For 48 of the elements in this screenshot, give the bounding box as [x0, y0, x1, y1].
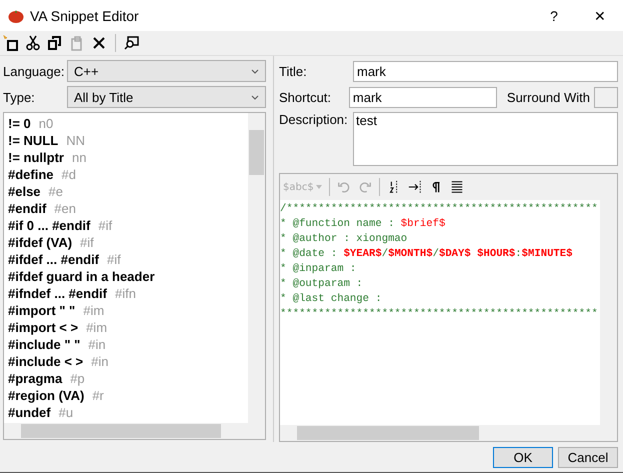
snippet-item[interactable]: #region (VA) #r [8, 387, 248, 404]
help-button[interactable]: ? [531, 0, 577, 31]
snippet-item[interactable]: != NULL NN [8, 132, 248, 149]
snippet-item[interactable]: #include " " #in [8, 336, 248, 353]
snippet-item[interactable]: #ifdef ... #endif #if [8, 251, 248, 268]
snippet-item[interactable]: #ifdef (VA) #if [8, 234, 248, 251]
snippet-item[interactable]: #define #d [8, 166, 248, 183]
surround-with-label: Surround With [506, 90, 590, 104]
snippet-item[interactable]: #import " " #im [8, 302, 248, 319]
snippet-item[interactable]: #ifndef ... #endif #ifn [8, 285, 248, 302]
description-label: Description: [279, 112, 349, 127]
word-wrap-icon[interactable] [450, 180, 464, 194]
shortcut-field[interactable]: mark [348, 86, 497, 108]
snippet-item[interactable]: #import < > #im [8, 319, 248, 336]
cut-icon[interactable] [25, 35, 41, 51]
search-icon[interactable] [124, 35, 140, 51]
vertical-scrollbar[interactable] [248, 113, 265, 423]
snippet-item[interactable]: #else #e [8, 183, 248, 200]
surround-with-field[interactable] [594, 86, 618, 108]
dialog-button[interactable]: OK [493, 446, 553, 468]
horizontal-scrollbar[interactable] [4, 423, 265, 439]
snippet-item[interactable]: #pragma #p [8, 370, 248, 387]
language-label: Language: [3, 64, 63, 78]
chevron-icon [251, 94, 259, 100]
title-field[interactable]: mark [353, 60, 618, 82]
chevron-icon [251, 68, 259, 74]
title-label: Title: [279, 64, 308, 78]
shortcut-label: Shortcut: [279, 90, 332, 104]
snippet-item[interactable]: != 0 n0 [8, 115, 248, 132]
close-button[interactable]: ✕ [577, 0, 623, 31]
description-field[interactable]: test [353, 112, 618, 166]
snippet-item[interactable]: #undef #u [8, 404, 248, 421]
caret-icon [316, 185, 322, 189]
window-title: VA Snippet Editor [30, 8, 139, 24]
new-icon[interactable] [3, 35, 19, 51]
type-dropdown[interactable]: All by Title [67, 86, 266, 108]
copy-icon[interactable] [47, 35, 63, 51]
dialog-button[interactable]: Cancel [558, 446, 618, 468]
snippet-item[interactable]: #include < > #in [8, 353, 248, 370]
snippet-item[interactable]: #endif #en [8, 200, 248, 217]
language-dropdown[interactable]: C++ [67, 60, 266, 82]
snippet-item[interactable]: #if 0 ... #endif #if [8, 217, 248, 234]
type-label: Type: [3, 90, 36, 104]
snippet-item[interactable]: != nullptr nn [8, 149, 248, 166]
delete-icon[interactable] [91, 35, 107, 51]
tomato-icon [8, 8, 24, 24]
snippet-item[interactable]: #ifdef guard in a header [8, 268, 248, 285]
tab-arrow-icon[interactable] [408, 180, 422, 194]
